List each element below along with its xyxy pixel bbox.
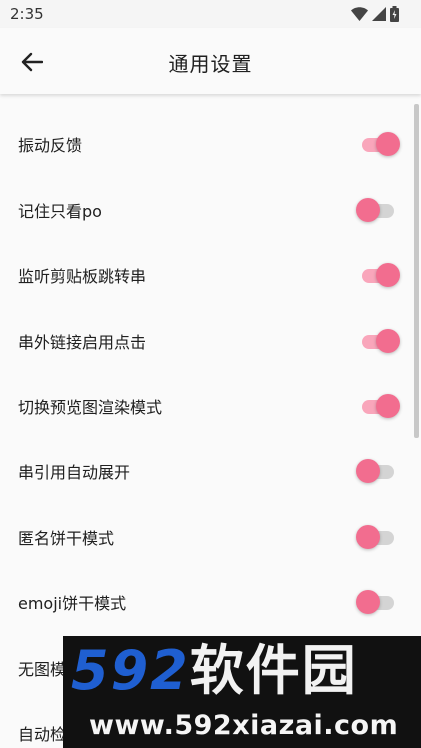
setting-row-anonymous-cookie-mode[interactable]: 匿名饼干模式 — [0, 504, 410, 570]
external-links-clickable-switch[interactable] — [356, 328, 400, 354]
switch-thumb — [376, 263, 400, 287]
page-title: 通用设置 — [168, 52, 253, 76]
app-bar: 通用设置 — [0, 28, 421, 94]
setting-row-remember-po-only[interactable]: 记住只看po — [0, 177, 410, 243]
setting-row-vibration-feedback[interactable]: 振动反馈 — [0, 111, 410, 177]
switch-thumb — [356, 459, 380, 483]
status-icons — [351, 6, 399, 22]
watermark-logo-text: 软件园 — [189, 639, 358, 702]
cell-signal-icon — [372, 7, 386, 21]
switch-thumb — [376, 329, 400, 353]
anonymous-cookie-mode-switch[interactable] — [356, 524, 400, 550]
switch-thumb — [356, 590, 380, 614]
scrollbar[interactable] — [414, 104, 419, 438]
setting-row-preview-render-mode[interactable]: 切换预览图渲染模式 — [0, 373, 410, 439]
watermark-logo-number: 592 — [71, 639, 190, 702]
setting-label: 匿名饼干模式 — [18, 529, 115, 548]
setting-label: 振动反馈 — [18, 136, 83, 155]
battery-icon — [390, 6, 399, 22]
switch-thumb — [376, 394, 400, 418]
status-time: 2:35 — [10, 5, 44, 23]
wifi-icon — [351, 7, 368, 21]
setting-label: 无图模 — [18, 660, 67, 679]
setting-row-quote-auto-expand[interactable]: 串引用自动展开 — [0, 438, 410, 504]
setting-row-emoji-cookie-mode[interactable]: emoji饼干模式 — [0, 569, 410, 635]
clipboard-jump-switch[interactable] — [356, 262, 400, 288]
switch-thumb — [356, 198, 380, 222]
watermark-banner: 592软件园 www.592xiazai.com — [63, 636, 421, 748]
switch-thumb — [376, 132, 400, 156]
setting-label: 串外链接启用点击 — [18, 333, 147, 352]
remember-po-only-switch[interactable] — [356, 197, 400, 223]
setting-row-clipboard-jump[interactable]: 监听剪贴板跳转串 — [0, 242, 410, 308]
emoji-cookie-mode-switch[interactable] — [356, 589, 400, 615]
setting-label: 切换预览图渲染模式 — [18, 398, 163, 417]
switch-thumb — [356, 525, 380, 549]
watermark-url: www.592xiazai.com — [89, 710, 399, 741]
setting-label: 记住只看po — [18, 202, 102, 221]
setting-label: 串引用自动展开 — [18, 463, 131, 482]
setting-label: emoji饼干模式 — [18, 594, 127, 613]
setting-label: 自动检 — [18, 725, 67, 744]
preview-render-mode-switch[interactable] — [356, 393, 400, 419]
status-bar: 2:35 — [0, 0, 421, 28]
vibration-feedback-switch[interactable] — [356, 131, 400, 157]
setting-row-external-links-clickable[interactable]: 串外链接启用点击 — [0, 308, 410, 374]
quote-auto-expand-switch[interactable] — [356, 458, 400, 484]
watermark-logo: 592软件园 — [71, 644, 358, 698]
setting-label: 监听剪贴板跳转串 — [18, 267, 147, 286]
